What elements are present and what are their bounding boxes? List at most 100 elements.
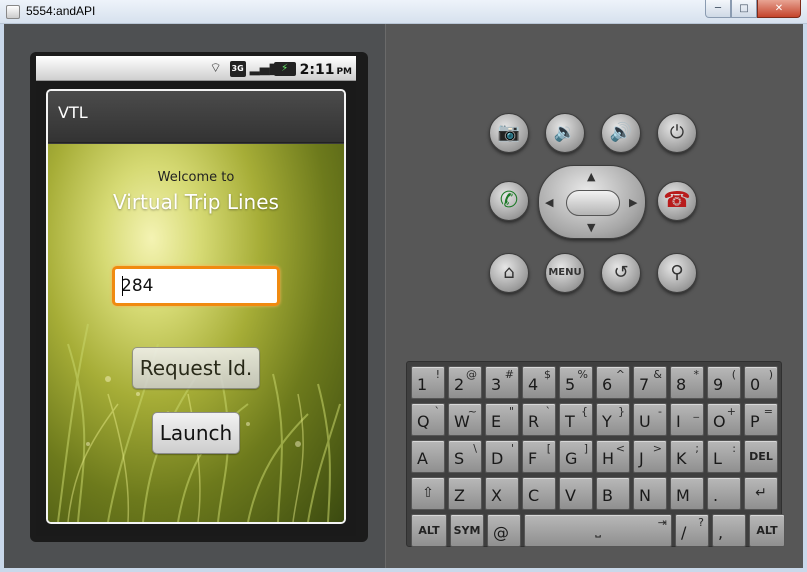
end-call-button[interactable]: ☎: [657, 181, 697, 221]
key-5[interactable]: 5%: [559, 366, 593, 399]
key-label: J: [639, 449, 644, 468]
key-del[interactable]: DEL: [744, 440, 778, 473]
key-z[interactable]: Z: [448, 477, 482, 510]
key-alt-label: *: [693, 368, 700, 381]
dpad-left-arrow[interactable]: ◀: [545, 196, 553, 209]
key-sym4-2[interactable]: @: [487, 514, 521, 547]
key-m[interactable]: M: [670, 477, 704, 510]
key-1[interactable]: 1!: [411, 366, 445, 399]
key-label: G: [565, 449, 578, 468]
key-sym[interactable]: SYM: [450, 514, 484, 547]
key-2[interactable]: 2 @: [448, 366, 482, 399]
key-label: /: [681, 523, 687, 542]
dpad-right-arrow[interactable]: ▶: [629, 196, 637, 209]
key-alt-label: =: [763, 405, 773, 418]
key-a[interactable]: A: [411, 440, 445, 473]
key-f[interactable]: F[: [522, 440, 556, 473]
key-label: ALT: [418, 524, 440, 537]
key-alt-label: @: [466, 368, 477, 381]
key-e[interactable]: E ": [485, 403, 519, 436]
key-sym3-0[interactable]: ⇧: [411, 477, 445, 510]
key-sym3-8[interactable]: .: [707, 477, 741, 510]
key-alt-label: _: [693, 405, 700, 418]
launch-button[interactable]: Launch: [152, 412, 240, 454]
key-8[interactable]: 8 *: [670, 366, 704, 399]
3g-icon: 3G: [229, 60, 246, 77]
key-alt[interactable]: ALT: [749, 514, 785, 547]
key-label: 0: [750, 375, 761, 394]
key-label: 7: [639, 375, 650, 394]
menu-button[interactable]: MENU: [545, 253, 585, 293]
key-n[interactable]: N: [633, 477, 667, 510]
key-d[interactable]: D ': [485, 440, 519, 473]
key-t[interactable]: T{: [559, 403, 593, 436]
key-p[interactable]: P =: [744, 403, 778, 436]
key-9[interactable]: 9(: [707, 366, 741, 399]
key-sym3-9[interactable]: ↵: [744, 477, 778, 510]
key-0[interactable]: 0): [744, 366, 778, 399]
key-label: 9: [713, 375, 724, 394]
key-label: 3: [491, 375, 502, 394]
volume-down-button[interactable]: 🔉: [545, 113, 585, 153]
camera-button[interactable]: 📷: [489, 113, 529, 153]
key-y[interactable]: Y}: [596, 403, 630, 436]
key-b[interactable]: B: [596, 477, 630, 510]
id-input[interactable]: [115, 269, 277, 303]
search-button[interactable]: ⚲: [657, 253, 697, 293]
key-s[interactable]: S \: [448, 440, 482, 473]
key-6[interactable]: 6 ^: [596, 366, 630, 399]
call-button[interactable]: ✆: [489, 181, 529, 221]
key-v[interactable]: V: [559, 477, 593, 510]
key-label: O: [713, 412, 726, 431]
key-alt-label: &: [653, 368, 662, 381]
key-i[interactable]: I _: [670, 403, 704, 436]
key-alt-label: \: [473, 442, 477, 455]
key-o[interactable]: O +: [707, 403, 741, 436]
key-alt-label: ~: [467, 405, 477, 418]
key-k[interactable]: K;: [670, 440, 704, 473]
key-label: L: [713, 449, 722, 468]
key-3[interactable]: 3 #: [485, 366, 519, 399]
key-c[interactable]: C: [522, 477, 556, 510]
dpad-up-arrow[interactable]: ▲: [587, 170, 595, 183]
key-j[interactable]: J >: [633, 440, 667, 473]
volume-up-button[interactable]: 🔊: [601, 113, 641, 153]
dpad-down-arrow[interactable]: ▼: [587, 221, 595, 234]
close-button[interactable]: ✕: [757, 0, 801, 18]
key-label: V: [565, 486, 576, 505]
window-title: 5554:andAPI: [26, 4, 96, 18]
key-4[interactable]: 4 $: [522, 366, 556, 399]
minimize-button[interactable]: ─: [705, 0, 731, 18]
key-alt[interactable]: ALT: [411, 514, 447, 547]
key-l[interactable]: L:: [707, 440, 741, 473]
key-alt-label: ^: [615, 368, 625, 381]
emulator-screen[interactable]: ⌔ 3G ▂▄▆ ⚡ 2:11 PM VTL Welcome to Virtua…: [36, 56, 356, 536]
key-label: SYM: [453, 524, 481, 537]
maximize-button[interactable]: □: [731, 0, 757, 18]
key-sym4-3[interactable]: ⎵ ⇥: [524, 514, 672, 547]
key-x[interactable]: X: [485, 477, 519, 510]
home-button[interactable]: ⌂: [489, 253, 529, 293]
key-alt-label: `: [545, 405, 552, 418]
key-label: ,: [718, 523, 724, 542]
key-w[interactable]: W ~: [448, 403, 482, 436]
key-r[interactable]: R `: [522, 403, 556, 436]
dpad-center-button[interactable]: [566, 190, 620, 216]
id-input-field[interactable]: [112, 266, 280, 306]
power-button[interactable]: ⏻: [657, 113, 697, 153]
key-sym4-4[interactable]: /?: [675, 514, 709, 547]
request-id-button[interactable]: Request Id.: [132, 347, 260, 389]
key-label: ALT: [756, 524, 778, 537]
key-alt-label: ]: [583, 442, 588, 455]
key-label: C: [528, 486, 540, 505]
key-alt-label: <: [615, 442, 625, 455]
back-button[interactable]: ↺: [601, 253, 641, 293]
key-u[interactable]: U-: [633, 403, 667, 436]
key-q[interactable]: Q `: [411, 403, 445, 436]
key-label: 6: [602, 375, 613, 394]
key-label: Z: [454, 486, 465, 505]
key-g[interactable]: G]: [559, 440, 593, 473]
key-7[interactable]: 7 &: [633, 366, 667, 399]
key-h[interactable]: H <: [596, 440, 630, 473]
key-sym4-5[interactable]: ,: [712, 514, 746, 547]
